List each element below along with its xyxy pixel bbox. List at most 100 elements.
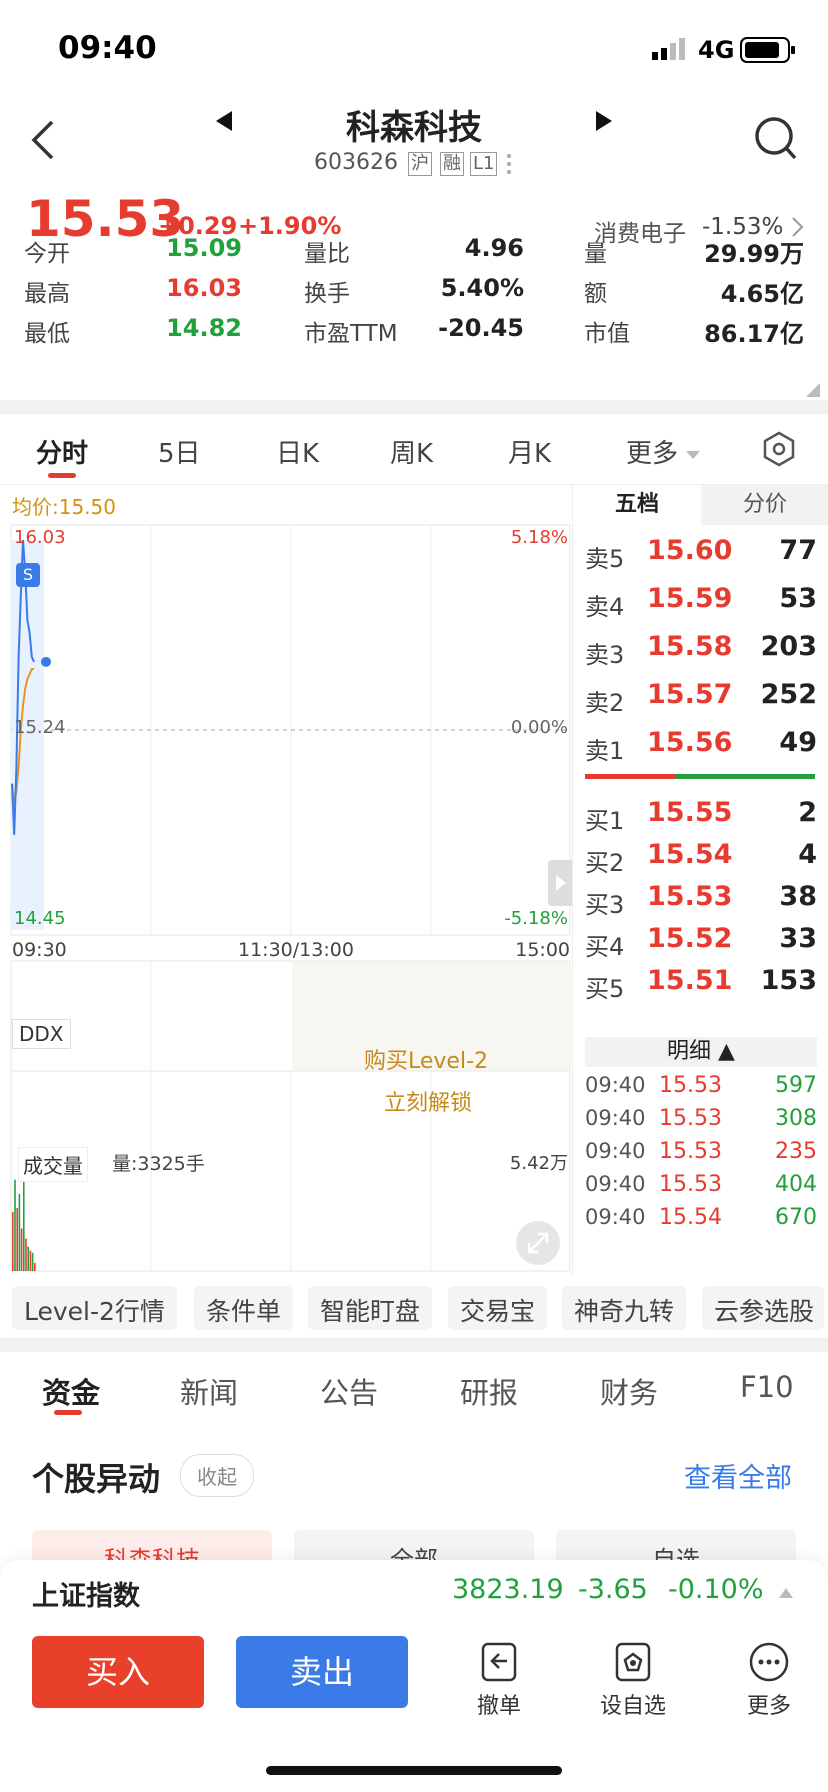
ask-level: 卖5	[585, 545, 625, 573]
active-tab-indicator	[48, 473, 76, 478]
sell-button[interactable]: 卖出	[236, 1636, 408, 1708]
section-divider	[0, 1338, 828, 1352]
level2-promo-unlock[interactable]: 立刻解锁	[384, 1085, 472, 1117]
ask-row[interactable]: 卖4 15.59 53	[573, 581, 828, 629]
index-name[interactable]: 上证指数	[32, 1574, 140, 1613]
tick-price: 15.53	[659, 1073, 722, 1098]
bid-row[interactable]: 买4 15.52 33	[573, 921, 828, 969]
chip-magic-nine[interactable]: 神奇九转	[562, 1286, 687, 1330]
expand-arrow-icon[interactable]	[548, 860, 572, 906]
chip-stock-screener[interactable]: 云参选股	[702, 1286, 824, 1330]
back-icon[interactable]	[28, 118, 58, 162]
volume-bar	[20, 1228, 23, 1271]
ask-volume: 77	[779, 535, 817, 566]
bottom-trade-bar: 上证指数 3823.19 -3.65 -0.10% 买入 卖出 撤单 设自选 更…	[0, 1560, 828, 1792]
ask-ratio-bar	[585, 774, 675, 779]
ask-price: 15.56	[647, 727, 733, 758]
index-change: -3.65	[578, 1574, 648, 1605]
bid-level: 买5	[585, 975, 625, 1003]
tab-research[interactable]: 研报	[460, 1370, 518, 1412]
bid-volume: 2	[798, 797, 817, 828]
tab-more[interactable]: 更多	[626, 433, 678, 470]
chart-tabs: 分时 5日 日K 周K 月K 更多	[0, 415, 828, 485]
ask-level: 卖4	[585, 593, 625, 621]
tab-weekly-k[interactable]: 周K	[390, 433, 433, 470]
tab-price-dist[interactable]: 分价	[701, 485, 828, 525]
tab-intraday[interactable]: 分时	[36, 433, 88, 470]
bid-row[interactable]: 买2 15.54 4	[573, 837, 828, 885]
status-bar: 09:40 4G	[0, 0, 828, 100]
more-actions-button[interactable]: 更多	[724, 1640, 814, 1720]
ask-price: 15.59	[647, 583, 733, 614]
bid-volume: 4	[798, 839, 817, 870]
battery-icon	[740, 36, 796, 64]
tab-f10[interactable]: F10	[740, 1370, 794, 1404]
tab-five-levels[interactable]: 五档	[573, 485, 701, 525]
ask-row[interactable]: 卖1 15.56 49	[573, 725, 828, 773]
order-book: 五档 分价 卖5 15.60 77 卖4 15.59 53 卖3 15.58 203 卖2 15.5…	[572, 485, 828, 1275]
tab-news[interactable]: 新闻	[180, 1370, 238, 1412]
tab-announcements[interactable]: 公告	[320, 1370, 378, 1412]
volume-value: 量:3325手	[112, 1153, 205, 1175]
sector-name[interactable]: 消费电子	[594, 214, 686, 248]
prev-stock-icon[interactable]	[214, 110, 234, 132]
time-mid-label: 11:30/13:00	[238, 939, 354, 961]
market-badge: 沪	[408, 152, 432, 176]
stat-label: 量比	[304, 241, 350, 267]
bid-level: 买3	[585, 891, 625, 919]
chip-trade-treasure[interactable]: 交易宝	[448, 1286, 548, 1330]
settings-icon[interactable]	[762, 431, 796, 467]
bid-level: 买1	[585, 807, 625, 835]
caret-up-small-icon[interactable]	[778, 1584, 794, 1598]
volume-selector[interactable]: 成交量	[18, 1147, 88, 1182]
volume-bar	[29, 1250, 32, 1271]
level2-promo-title[interactable]: 购买Level-2	[364, 1043, 488, 1075]
stat-label: 换手	[304, 281, 350, 307]
tab-funds[interactable]: 资金	[42, 1370, 100, 1412]
ddx-selector[interactable]: DDX	[12, 1019, 71, 1049]
tab-monthly-k[interactable]: 月K	[508, 433, 551, 470]
bid-row[interactable]: 买5 15.51 153	[573, 963, 828, 1011]
ask-row[interactable]: 卖5 15.60 77	[573, 533, 828, 581]
chip-smart-watch[interactable]: 智能盯盘	[308, 1286, 433, 1330]
bid-price: 15.52	[647, 923, 733, 954]
stat-value: 5.40%	[440, 274, 524, 302]
ask-row[interactable]: 卖3 15.58 203	[573, 629, 828, 677]
bid-ratio-bar	[675, 774, 815, 779]
detail-toggle[interactable]: 明细 ▲	[585, 1037, 817, 1067]
add-watchlist-button[interactable]: 设自选	[588, 1640, 678, 1720]
bid-row[interactable]: 买1 15.55 2	[573, 795, 828, 843]
y-mid-label: 15.24	[14, 717, 66, 738]
search-icon[interactable]	[754, 116, 798, 162]
more-dots-icon[interactable]	[506, 152, 512, 176]
tick-volume: 308	[775, 1106, 817, 1131]
signal-marker[interactable]: S	[16, 563, 40, 587]
pct-bot-label: -5.18%	[504, 908, 568, 929]
stat-label: 量	[584, 241, 607, 267]
intraday-chart[interactable]: 均价:15.50 16.03 5.18% 15.24 0.00% 14.45 -…	[0, 485, 572, 1275]
tick-time: 09:40	[585, 1106, 646, 1130]
tick-volume: 597	[775, 1073, 817, 1098]
chip-level2[interactable]: Level-2行情	[12, 1286, 177, 1330]
stat-value: 4.65亿	[720, 280, 804, 308]
view-all-link[interactable]: 查看全部	[684, 1456, 792, 1495]
ask-row[interactable]: 卖2 15.57 252	[573, 677, 828, 725]
cancel-order-button[interactable]: 撤单	[454, 1640, 544, 1720]
status-time: 09:40	[58, 30, 157, 66]
pct-mid-label: 0.00%	[510, 717, 568, 738]
tab-daily-k[interactable]: 日K	[276, 433, 319, 470]
chip-conditional-order[interactable]: 条件单	[194, 1286, 294, 1330]
tab-5day[interactable]: 5日	[158, 433, 201, 470]
tab-financials[interactable]: 财务	[600, 1370, 658, 1412]
stat-value: -20.45	[438, 314, 524, 342]
signal-icon	[652, 38, 688, 60]
pct-top-label: 5.18%	[510, 527, 568, 548]
buy-button[interactable]: 买入	[32, 1636, 204, 1708]
ask-volume: 252	[760, 679, 817, 710]
fullscreen-icon[interactable]	[516, 1221, 560, 1265]
stat-label: 市值	[584, 321, 630, 347]
bid-row[interactable]: 买3 15.53 38	[573, 879, 828, 927]
next-stock-icon[interactable]	[594, 110, 614, 132]
bid-volume: 33	[779, 923, 817, 954]
collapse-button[interactable]: 收起	[180, 1454, 254, 1497]
